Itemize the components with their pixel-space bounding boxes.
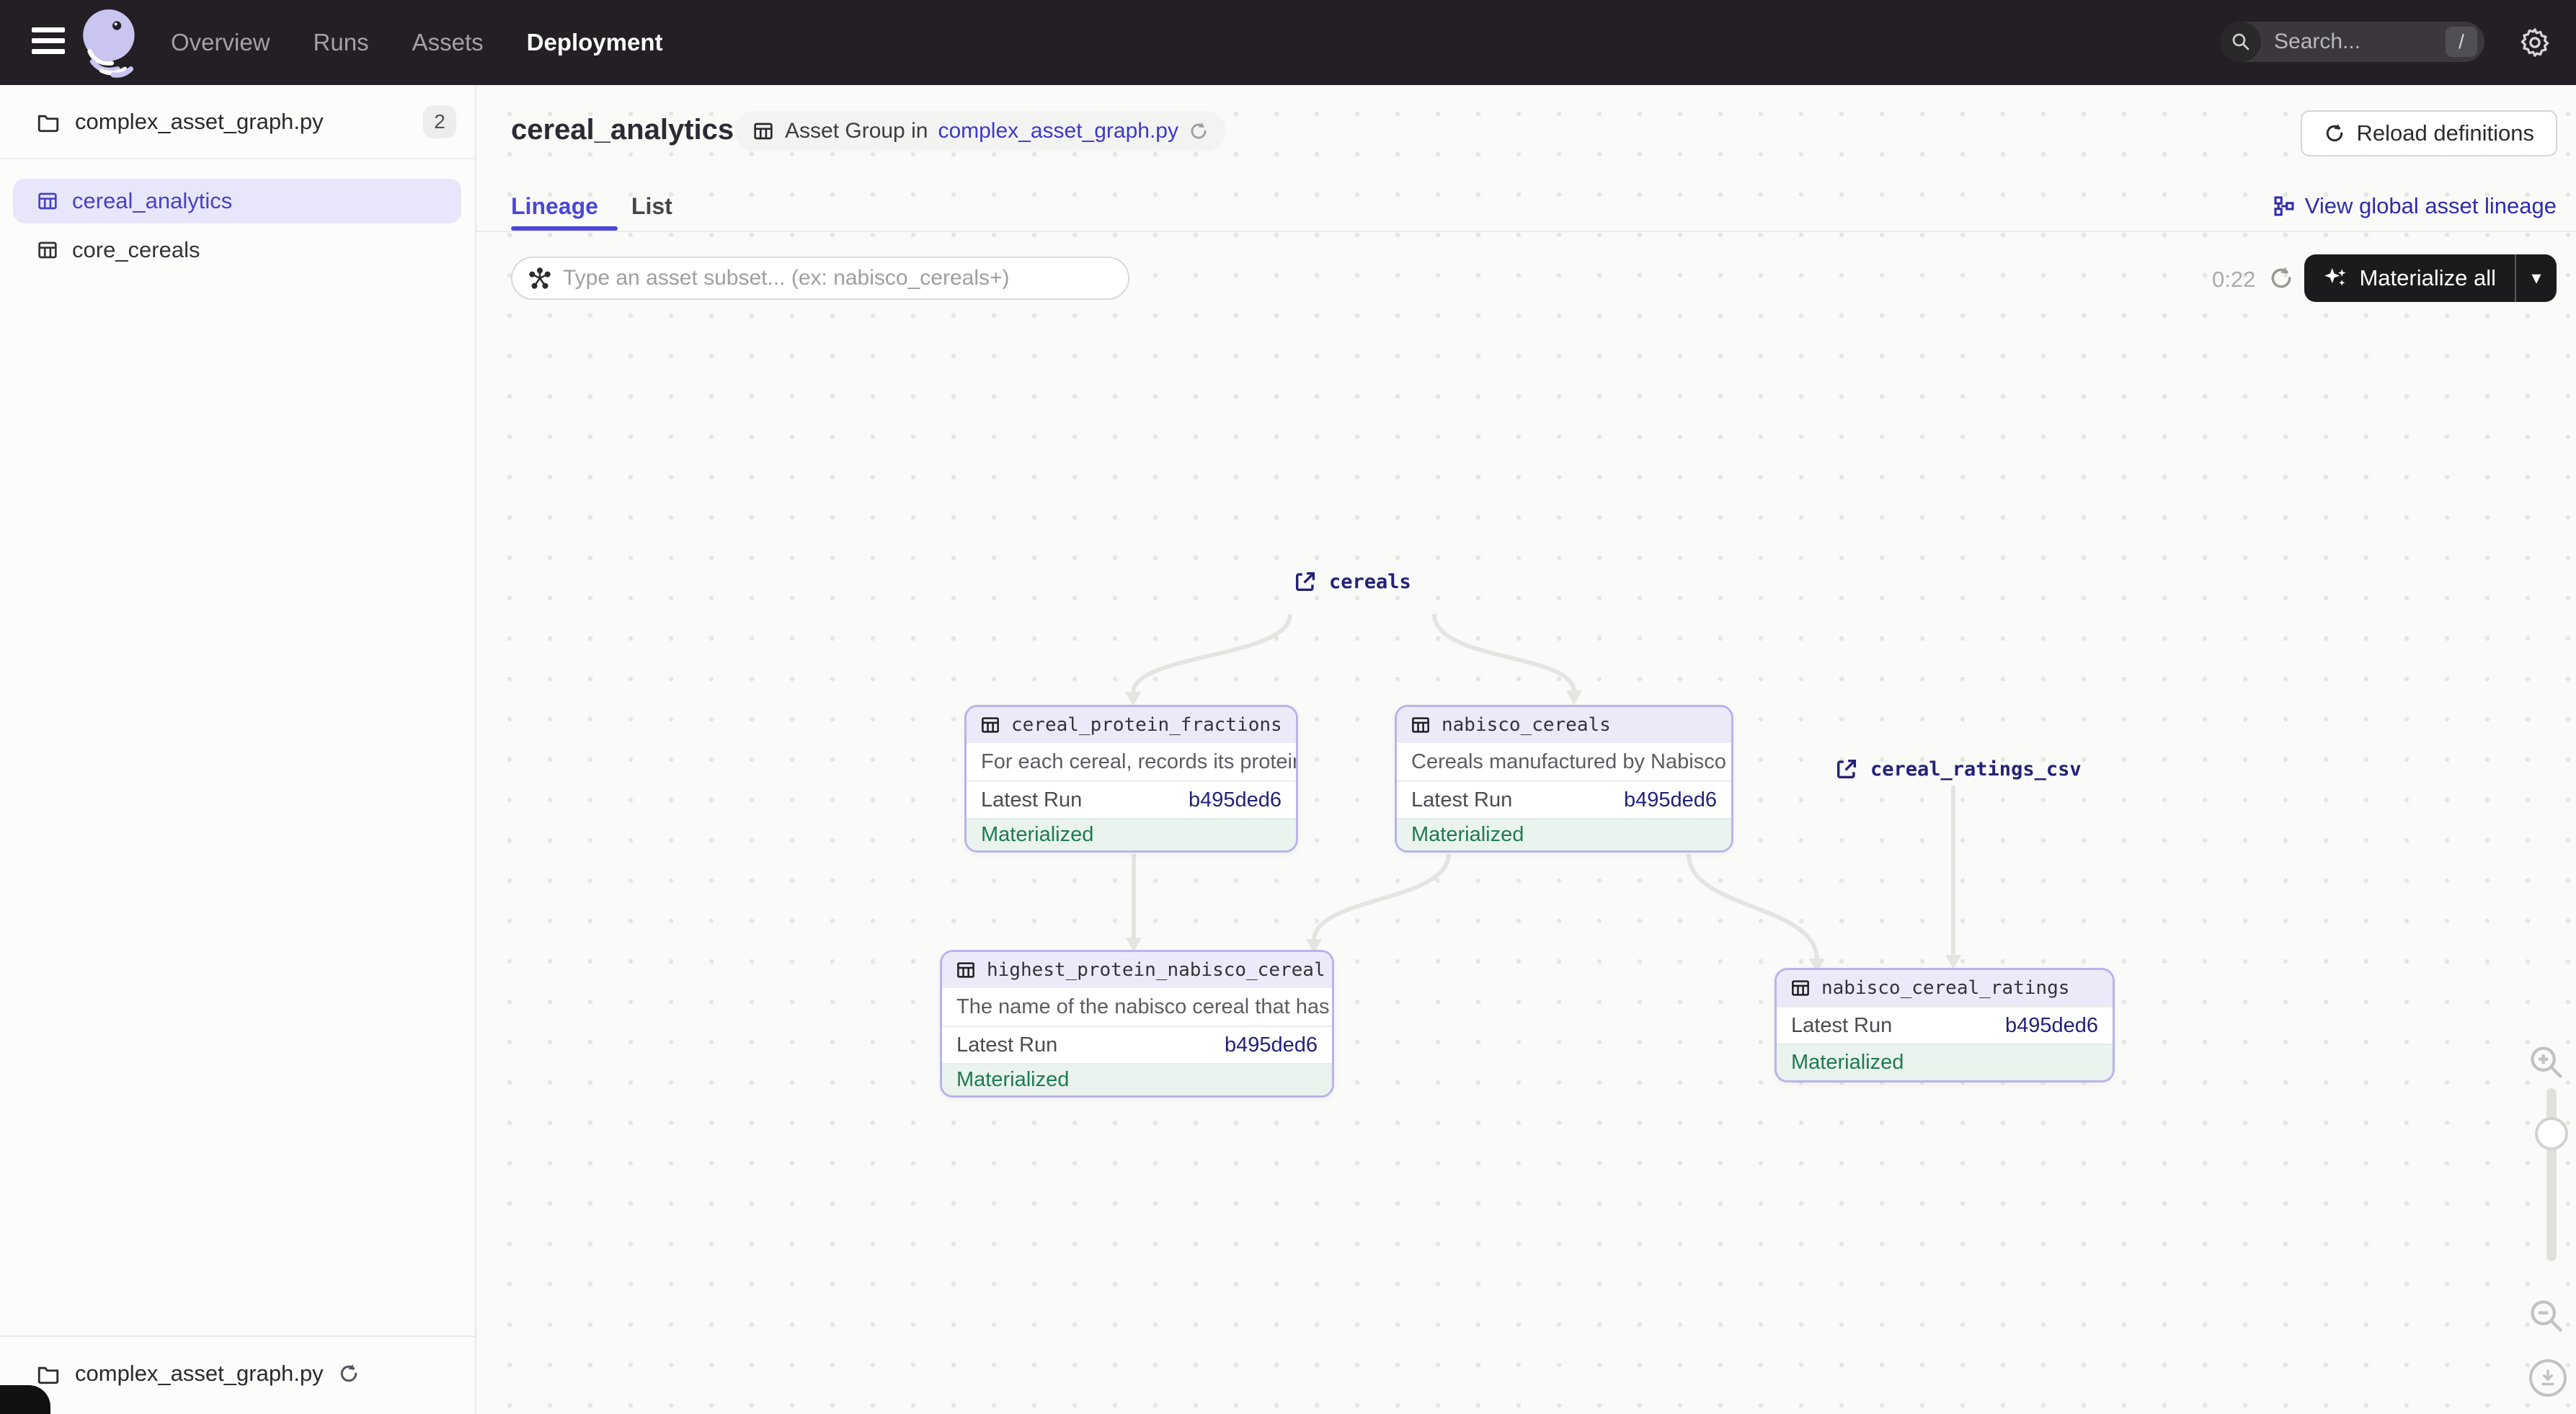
materialized-status-badge: Materialized	[1777, 1044, 2113, 1080]
reload-status-icon	[338, 1363, 360, 1384]
view-tabs: Lineage List	[511, 193, 672, 220]
asset-description: The name of the nabisco cereal that has …	[942, 988, 1332, 1026]
asset-group-pill-prefix: Asset Group in	[785, 119, 928, 143]
asset-group-icon	[752, 120, 775, 143]
asset-subset-input[interactable]	[563, 266, 1112, 290]
materialized-status-badge: Materialized	[942, 1063, 1332, 1095]
latest-run-label: Latest Run	[981, 788, 1082, 812]
asset-name: highest_protein_nabisco_cereal	[987, 959, 1325, 981]
asset-node-cereal-protein-fractions[interactable]: cereal_protein_fractions For each cereal…	[964, 705, 1298, 853]
run-id-link[interactable]: b495ded6	[1624, 788, 1717, 812]
external-link-icon	[1293, 569, 1318, 594]
sidebar-repo-count-badge: 2	[423, 105, 456, 138]
external-asset-cereal-ratings-csv[interactable]: cereal_ratings_csv	[1834, 757, 2082, 781]
table-icon	[980, 714, 1001, 736]
main-panel: cereal_analytics Asset Group in complex_…	[476, 85, 2576, 1414]
asset-node-nabisco-cereal-ratings[interactable]: nabisco_cereal_ratings Latest Run b495de…	[1775, 968, 2115, 1082]
run-id-link[interactable]: b495ded6	[1225, 1033, 1318, 1057]
dagster-logo-icon[interactable]	[75, 6, 148, 79]
asset-description: For each cereal, records its protein ...	[967, 743, 1296, 781]
tabs-divider	[476, 231, 2576, 232]
settings-gear-icon[interactable]	[2518, 26, 2551, 59]
nav-item-runs[interactable]: Runs	[314, 29, 369, 56]
asset-group-pill-link[interactable]: complex_asset_graph.py	[938, 119, 1178, 143]
zoom-slider-handle[interactable]	[2535, 1117, 2568, 1150]
global-search-input[interactable]: Search... /	[2221, 22, 2484, 62]
reload-definitions-button[interactable]: Reload definitions	[2301, 110, 2557, 156]
asset-name: nabisco_cereal_ratings	[1821, 977, 2069, 999]
view-global-asset-lineage-label: View global asset lineage	[2305, 193, 2557, 219]
asset-graph-filter-icon	[528, 267, 551, 290]
asset-group-icon	[36, 239, 59, 262]
asset-name: nabisco_cereals	[1442, 714, 1611, 736]
sidebar-footer-divider	[0, 1335, 475, 1337]
sparkle-icon	[2323, 266, 2348, 290]
asset-description: Cereals manufactured by Nabisco	[1397, 743, 1731, 781]
run-id-link[interactable]: b495ded6	[1189, 788, 1282, 812]
top-nav: Overview Runs Assets Deployment Search..…	[0, 0, 2576, 85]
materialized-status-badge: Materialized	[967, 818, 1296, 850]
zoom-out-icon[interactable]	[2528, 1297, 2565, 1335]
nav-item-overview[interactable]: Overview	[171, 29, 270, 56]
refresh-icon[interactable]	[2268, 265, 2294, 291]
asset-group-icon	[36, 190, 59, 213]
lineage-graph-icon	[2273, 195, 2295, 217]
asset-subset-filter[interactable]	[511, 257, 1129, 300]
run-id-link[interactable]: b495ded6	[2005, 1014, 2098, 1038]
latest-run-label: Latest Run	[1791, 1014, 1892, 1038]
materialized-status-badge: Materialized	[1397, 818, 1731, 850]
asset-node-highest-protein-nabisco-cereal[interactable]: highest_protein_nabisco_cereal The name …	[940, 950, 1334, 1098]
asset-group-pill: Asset Group in complex_asset_graph.py	[734, 111, 1226, 151]
search-placeholder: Search...	[2274, 30, 2446, 54]
sidebar-item-cereal-analytics[interactable]: cereal_analytics	[13, 179, 461, 223]
refresh-timer: 0:22	[2212, 267, 2255, 293]
asset-node-nabisco-cereals[interactable]: nabisco_cereals Cereals manufactured by …	[1395, 705, 1733, 853]
folder-icon	[36, 110, 61, 134]
sidebar-item-core-cereals[interactable]: core_cereals	[13, 228, 461, 272]
nav-item-deployment[interactable]: Deployment	[527, 29, 663, 56]
sidebar-item-label: core_cereals	[72, 237, 200, 263]
hamburger-menu-icon[interactable]	[32, 27, 65, 58]
external-link-icon	[1834, 757, 1859, 781]
sidebar-item-label: cereal_analytics	[72, 188, 232, 214]
asset-name: cereal_protein_fractions	[1011, 714, 1282, 736]
nav-links: Overview Runs Assets Deployment	[171, 0, 663, 85]
sidebar-footer-repo[interactable]: complex_asset_graph.py	[36, 1353, 360, 1394]
sidebar-repo-row[interactable]: complex_asset_graph.py 2	[0, 85, 475, 159]
tab-lineage[interactable]: Lineage	[511, 193, 598, 220]
recenter-view-icon[interactable]	[2529, 1359, 2567, 1397]
external-asset-cereals[interactable]: cereals	[1293, 569, 1411, 594]
view-global-asset-lineage-link[interactable]: View global asset lineage	[2273, 193, 2557, 219]
table-icon	[1790, 977, 1811, 999]
sidebar-footer-label: complex_asset_graph.py	[75, 1361, 324, 1387]
zoom-slider-track[interactable]	[2546, 1088, 2557, 1261]
reload-icon	[2324, 123, 2345, 144]
search-shortcut-badge: /	[2446, 27, 2477, 57]
search-icon	[2221, 22, 2261, 62]
reload-status-icon	[1189, 121, 1209, 141]
latest-run-label: Latest Run	[956, 1033, 1057, 1057]
table-icon	[955, 959, 977, 981]
page-title: cereal_analytics	[511, 114, 734, 146]
folder-icon	[36, 1361, 61, 1386]
materialize-dropdown-caret[interactable]: ▾	[2516, 267, 2557, 289]
sidebar-repo-label: complex_asset_graph.py	[75, 109, 423, 135]
table-icon	[1410, 714, 1431, 736]
materialize-all-label: Materialize all	[2359, 265, 2496, 291]
sidebar: complex_asset_graph.py 2 cereal_analytic…	[0, 85, 476, 1414]
latest-run-label: Latest Run	[1411, 788, 1512, 812]
tab-list[interactable]: List	[631, 193, 672, 220]
materialize-all-button[interactable]: Materialize all ▾	[2304, 254, 2557, 302]
nav-item-assets[interactable]: Assets	[412, 29, 484, 56]
external-asset-label: cereals	[1329, 571, 1411, 593]
zoom-in-icon[interactable]	[2528, 1044, 2565, 1081]
reload-definitions-label: Reload definitions	[2357, 120, 2534, 146]
external-asset-label: cereal_ratings_csv	[1870, 758, 2082, 781]
